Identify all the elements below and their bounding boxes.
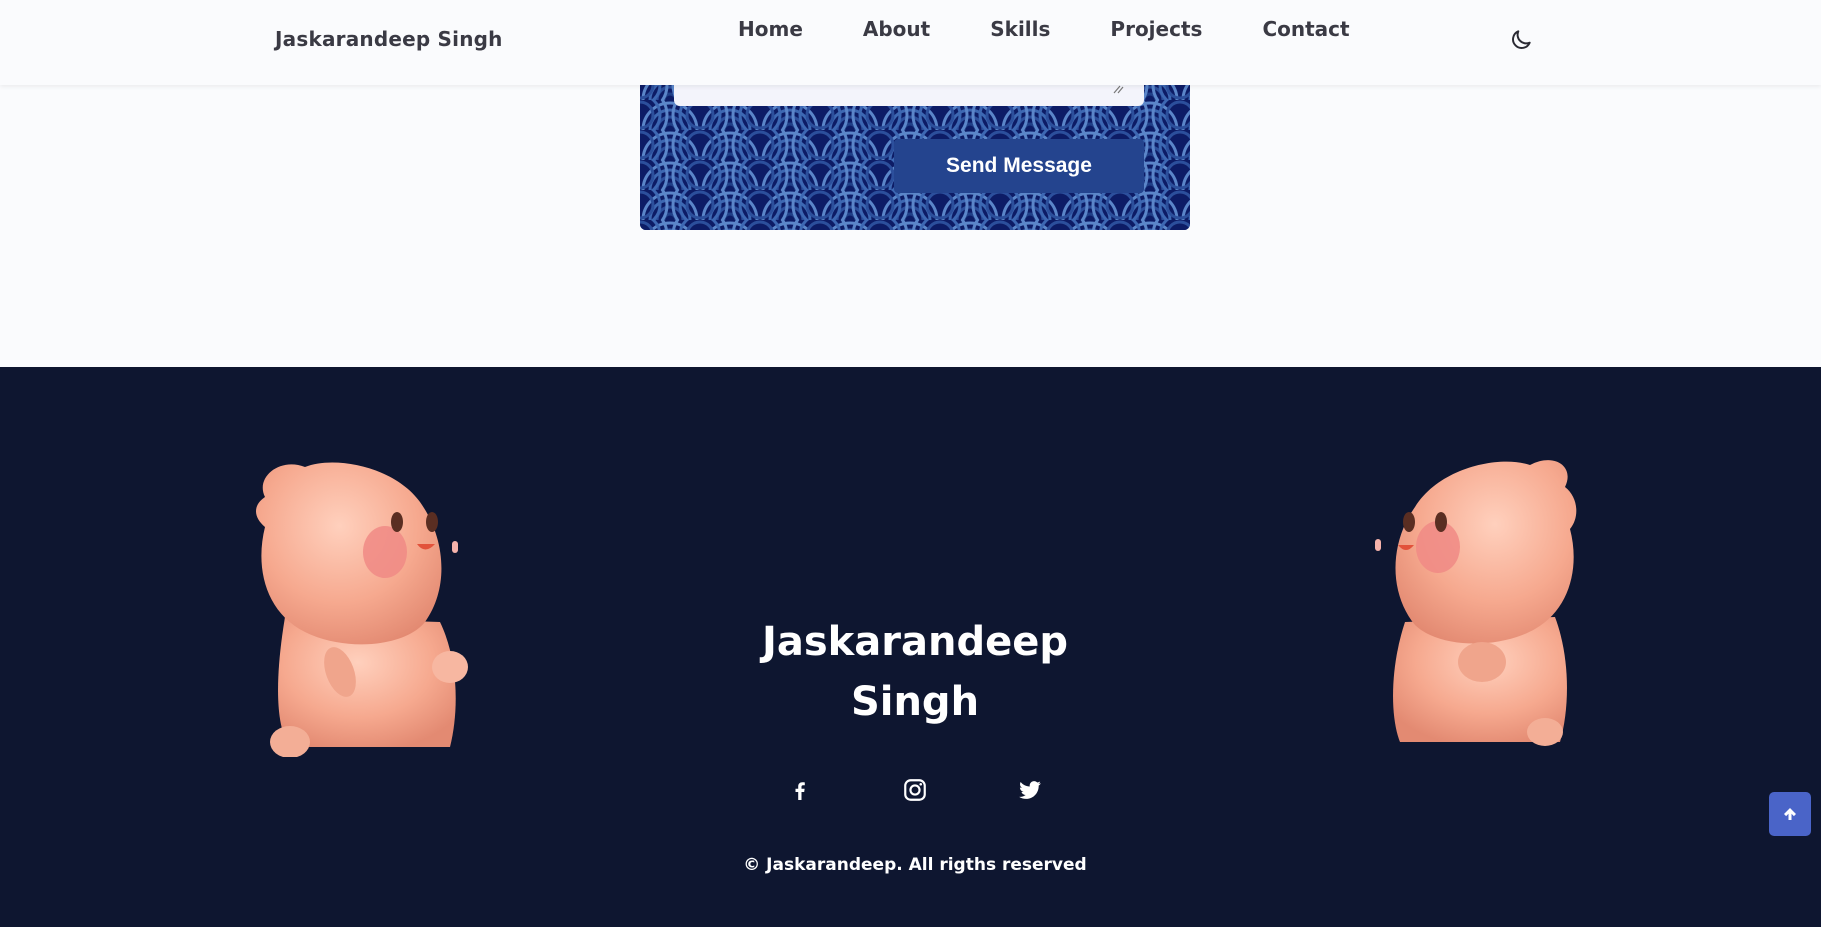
copyright-text: © Jaskarandeep. All rigths reserved <box>743 855 1087 875</box>
moon-icon <box>1512 30 1531 49</box>
contact-form-card: Send Message <box>640 70 1190 230</box>
instagram-icon <box>904 779 926 801</box>
facebook-link[interactable] <box>780 770 820 810</box>
nav-skills[interactable]: Skills <box>990 17 1050 41</box>
arrow-up-icon <box>1784 808 1796 820</box>
brand-name[interactable]: Jaskarandeep Singh <box>275 27 503 51</box>
footer-name: Jaskarandeep Singh <box>710 612 1120 732</box>
scroll-to-top-button[interactable] <box>1769 792 1811 836</box>
nav-about[interactable]: About <box>863 17 930 41</box>
nav-projects[interactable]: Projects <box>1110 17 1202 41</box>
instagram-link[interactable] <box>895 770 935 810</box>
main-nav: Home About Skills Projects Contact <box>738 17 1350 41</box>
footer-name-line1: Jaskarandeep <box>762 619 1068 665</box>
mascot-illustration-right <box>1375 460 1577 746</box>
twitter-icon <box>1019 781 1041 799</box>
mascot-illustration-left <box>256 462 468 757</box>
nav-home[interactable]: Home <box>738 17 803 41</box>
resize-handle-icon[interactable] <box>1112 84 1124 94</box>
nav-contact[interactable]: Contact <box>1262 17 1349 41</box>
site-footer: Jaskarandeep Singh © Jaskarandeep. All r… <box>0 367 1821 927</box>
twitter-link[interactable] <box>1010 770 1050 810</box>
facebook-icon <box>795 782 805 800</box>
social-links <box>780 770 1050 810</box>
site-header: Jaskarandeep Singh Home About Skills Pro… <box>0 0 1821 85</box>
footer-name-line2: Singh <box>850 679 980 725</box>
send-message-button[interactable]: Send Message <box>894 139 1144 193</box>
theme-toggle-button[interactable] <box>1508 27 1534 53</box>
